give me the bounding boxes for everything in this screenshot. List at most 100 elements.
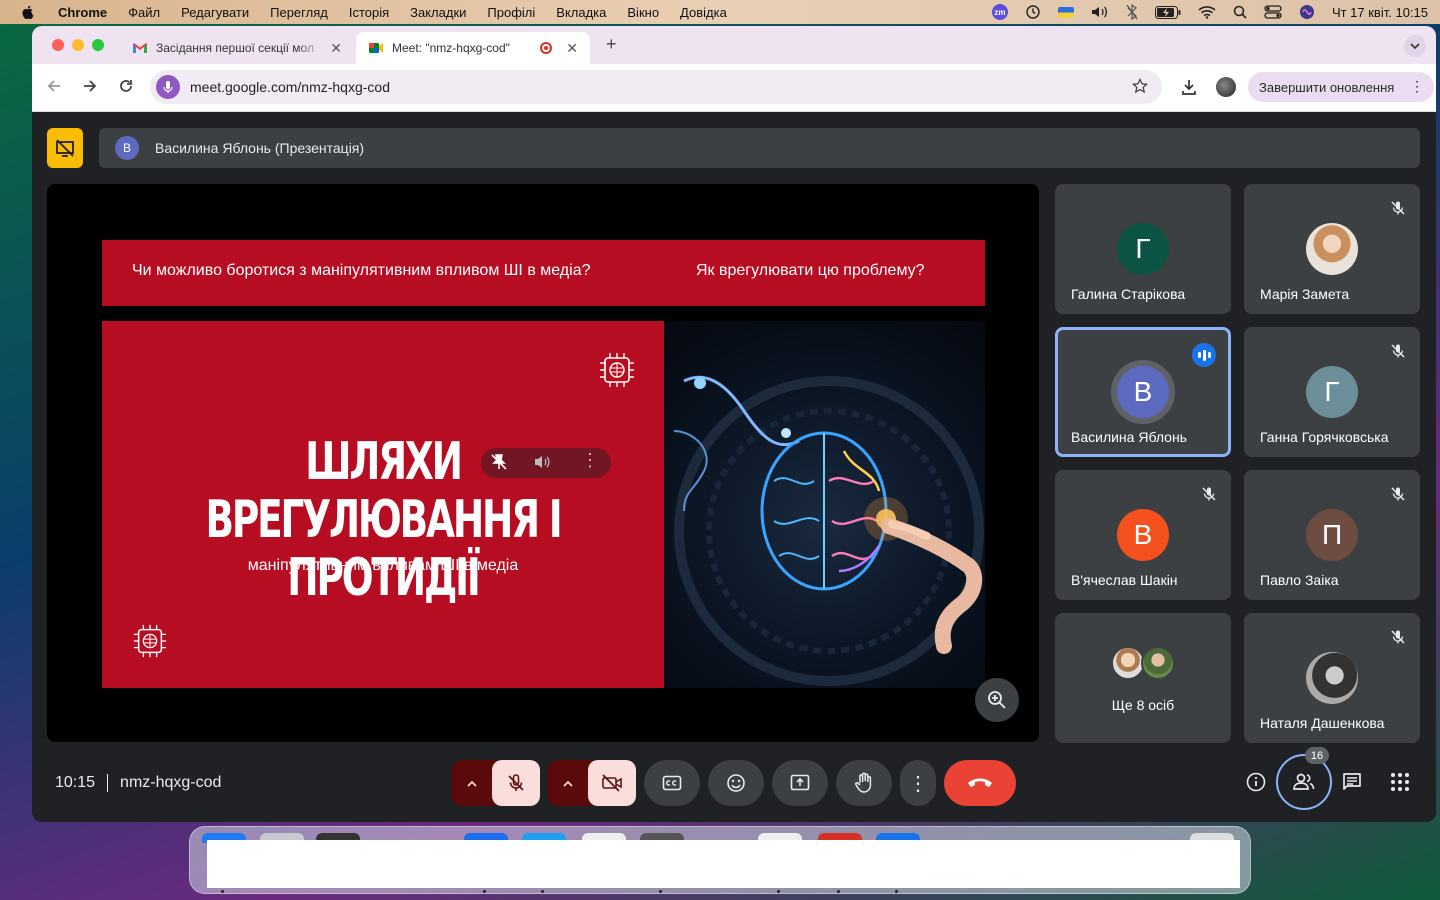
menu-edit[interactable]: Редагувати (181, 5, 249, 20)
recording-icon (540, 42, 553, 54)
participant-tile-active-speaker[interactable]: В Василина Яблонь (1055, 327, 1231, 457)
zoom-status-icon[interactable]: zm (991, 4, 1008, 20)
apple-icon[interactable] (20, 4, 36, 20)
zoom-window-button[interactable] (92, 39, 104, 51)
camera-control-group (548, 760, 636, 806)
running-indicator (777, 890, 780, 893)
address-bar[interactable]: meet.google.com/nmz-hqxg-cod (150, 70, 1162, 104)
participant-name: Ганна Горячковська (1260, 429, 1389, 445)
presentation-off-icon (56, 139, 74, 157)
menu-profiles[interactable]: Профілі (487, 5, 535, 20)
more-options-icon[interactable]: ⋮ (581, 450, 599, 471)
forward-button[interactable] (82, 78, 98, 99)
time-machine-icon[interactable] (1025, 4, 1041, 20)
mic-off-icon (508, 774, 524, 791)
tab-search-button[interactable] (1404, 35, 1426, 57)
control-center-icon[interactable] (1264, 5, 1282, 19)
close-window-button[interactable] (52, 39, 64, 51)
activities-button[interactable] (1390, 772, 1410, 797)
keyboard-layout-flag-icon[interactable] (1057, 6, 1074, 18)
close-tab-icon[interactable]: ✕ (566, 40, 578, 57)
back-button[interactable] (46, 78, 62, 99)
bluetooth-off-icon[interactable] (1126, 4, 1138, 20)
tab-title: Meet: "nmz-hqxg-cod" (392, 41, 510, 55)
raise-hand-button[interactable] (836, 760, 892, 806)
battery-charging-icon[interactable] (1154, 5, 1181, 19)
menu-view[interactable]: Перегляд (270, 5, 328, 20)
divider (107, 774, 109, 792)
avatar (1111, 646, 1145, 680)
chat-button[interactable] (1342, 772, 1362, 797)
participant-tile[interactable]: П Павло Заіка (1244, 470, 1420, 600)
audio-settings-chevron-icon[interactable] (452, 760, 492, 806)
window-controls (52, 39, 104, 51)
call-end-icon (968, 778, 992, 787)
slide-question-2: Як врегулювати цю проблему? (696, 262, 925, 279)
reload-icon (120, 80, 132, 92)
minimize-window-button[interactable] (72, 39, 84, 51)
siri-icon[interactable] (1299, 4, 1315, 20)
menu-clock[interactable]: Чт 17 квіт. 10:15 (1332, 5, 1428, 20)
tab-gmail[interactable]: Засідання першої секції мол ✕ (120, 32, 354, 64)
more-options-button[interactable]: ⋮ (900, 760, 936, 806)
participant-tile[interactable]: В В'ячеслав Шакін (1055, 470, 1231, 600)
present-screen-button[interactable] (772, 760, 828, 806)
running-indicator (837, 890, 840, 893)
meeting-details-button[interactable] (1246, 772, 1266, 797)
leave-call-button[interactable] (944, 760, 1016, 806)
running-indicator (483, 890, 486, 893)
participant-name: Марія Замета (1260, 286, 1350, 302)
participant-tile[interactable]: Марія Замета (1244, 184, 1420, 314)
zoom-presentation-button[interactable] (975, 678, 1019, 722)
close-tab-icon[interactable]: ✕ (330, 40, 342, 57)
camera-toggle-button[interactable] (588, 760, 636, 806)
menu-window[interactable]: Вікно (627, 5, 659, 20)
chevron-down-icon (1410, 42, 1420, 49)
new-tab-button[interactable]: + (606, 34, 617, 55)
participant-name: В'ячеслав Шакін (1071, 572, 1178, 588)
kebab-menu-icon[interactable]: ⋮ (1410, 78, 1424, 95)
spotlight-search-icon[interactable] (1233, 5, 1247, 19)
hide-presentation-button[interactable] (47, 128, 83, 168)
pin-off-icon[interactable] (489, 452, 509, 472)
microphone-toggle-button[interactable] (492, 760, 540, 806)
presentation-stage: Чи можливо боротися з маніпулятивним впл… (47, 184, 1039, 742)
slide-question-banner: Чи можливо боротися з маніпулятивним впл… (102, 240, 985, 306)
running-indicator (895, 890, 898, 893)
url-text[interactable]: meet.google.com/nmz-hqxg-cod (190, 79, 390, 95)
bookmark-star-icon[interactable] (1131, 77, 1149, 99)
participant-tile[interactable]: Г Ганна Горячковська (1244, 327, 1420, 457)
finish-update-label: Завершити оновлення (1259, 79, 1395, 95)
participant-name: Галина Старікова (1071, 286, 1186, 302)
volume-icon[interactable] (1091, 5, 1109, 19)
chrome-window: Засідання першої секції мол ✕ Meet: "nmz… (32, 26, 1436, 822)
menu-tab[interactable]: Вкладка (556, 5, 606, 20)
slide-question-1: Чи можливо боротися з маніпулятивним впл… (132, 262, 591, 279)
menu-file[interactable]: Файл (128, 5, 160, 20)
more-participants-tile[interactable]: Ще 8 осіб (1055, 613, 1231, 743)
finish-update-button[interactable]: Завершити оновлення ⋮ (1248, 72, 1434, 102)
menu-history[interactable]: Історія (349, 5, 389, 20)
apps-grid-icon (1391, 773, 1409, 791)
microphone-control-group (452, 760, 540, 806)
mic-off-icon (1390, 343, 1406, 364)
wifi-icon[interactable] (1198, 5, 1216, 19)
volume-icon[interactable] (533, 454, 553, 470)
running-indicator (541, 890, 544, 893)
profile-avatar[interactable] (1216, 77, 1236, 97)
participant-tile[interactable]: Г Галина Старікова (1055, 184, 1231, 314)
reload-button[interactable] (118, 78, 134, 99)
meeting-time: 10:15 (55, 774, 96, 791)
menu-help[interactable]: Довідка (680, 5, 727, 20)
menu-bookmarks[interactable]: Закладки (410, 5, 466, 20)
tab-meet[interactable]: Meet: "nmz-hqxg-cod" ✕ (356, 32, 590, 64)
downloads-icon[interactable] (1180, 78, 1198, 101)
video-settings-chevron-icon[interactable] (548, 760, 588, 806)
participant-name: Василина Яблонь (1071, 429, 1187, 445)
menu-app-name[interactable]: Chrome (58, 5, 107, 20)
participant-tile[interactable]: Наталя Дашенкова (1244, 613, 1420, 743)
captions-button[interactable] (644, 760, 700, 806)
mic-off-icon (1390, 200, 1406, 221)
site-microphone-icon[interactable] (156, 75, 180, 99)
reactions-button[interactable] (708, 760, 764, 806)
